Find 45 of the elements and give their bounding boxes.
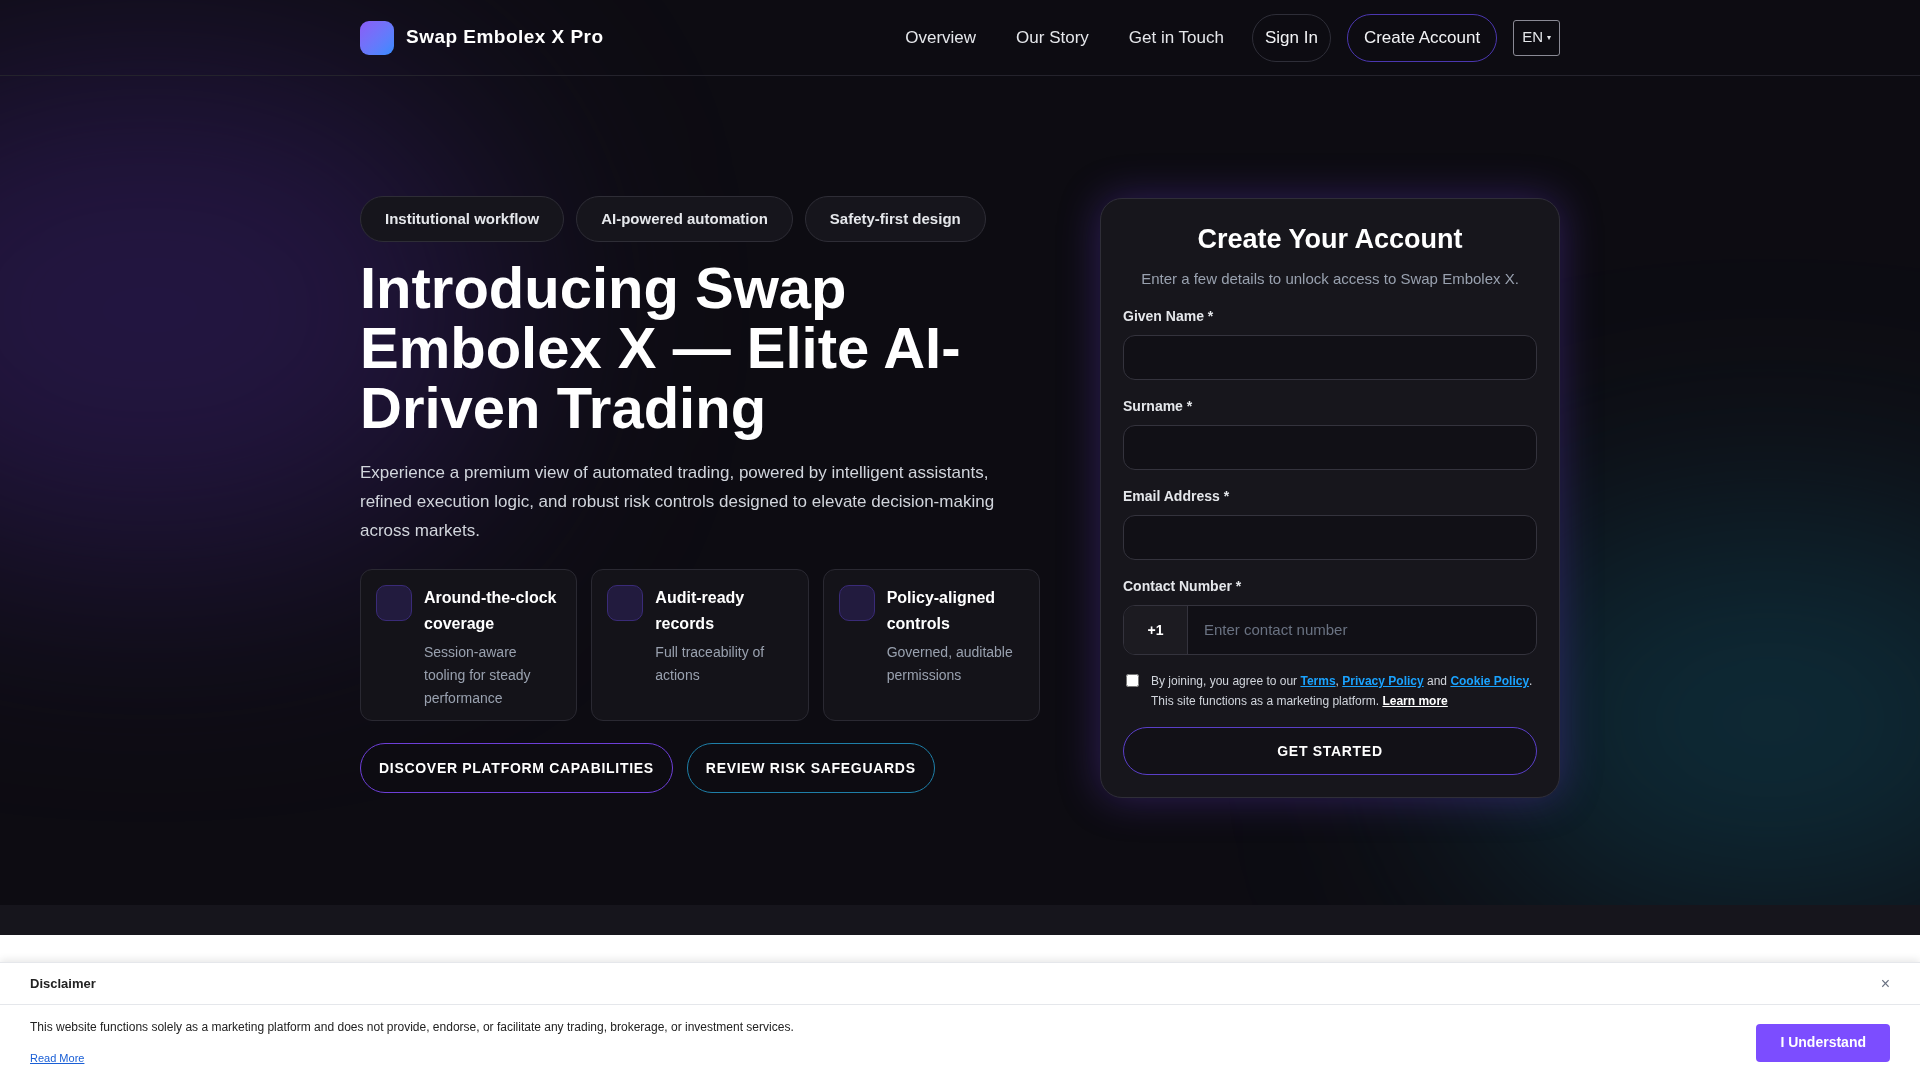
feature-title: Policy-aligned controls bbox=[886, 588, 997, 634]
field-label: Contact Number * bbox=[1123, 577, 1243, 596]
feature-chip: AI-powered automation bbox=[576, 196, 793, 242]
cta-button[interactable]: REVIEW RISK SAFEGUARDS bbox=[686, 743, 935, 793]
feature-text: Governed, auditable permissions bbox=[886, 643, 1014, 685]
feature-text: Full traceability of actions bbox=[655, 643, 766, 685]
consent-checkbox[interactable] bbox=[1126, 674, 1139, 687]
feature-chip: Safety-first design bbox=[804, 196, 986, 242]
feature-title: Audit-ready records bbox=[655, 588, 746, 634]
nav-link[interactable]: Overview bbox=[893, 24, 989, 51]
language-select[interactable]: EN ▾ bbox=[1513, 19, 1560, 56]
field-label: Surname * bbox=[1123, 397, 1194, 416]
terms-link[interactable]: Terms bbox=[1300, 674, 1336, 688]
consent-text: By joining, you agree to our Terms, Privacy Policy and Cookie Policy. This site functions as a marketing platform. Learn more bbox=[1151, 673, 1534, 710]
phone-field[interactable]: +1 Enter contact number bbox=[1123, 605, 1537, 655]
brand-name: Swap Embolex X Pro bbox=[406, 25, 604, 50]
disclaimer-title: Disclaimer bbox=[30, 974, 96, 993]
form-subtitle: Enter a few details to unlock access to Swap Embolex X. bbox=[1140, 268, 1520, 289]
cookie-link[interactable]: Cookie Policy bbox=[1450, 674, 1530, 688]
feature-title: Around-the-clock coverage bbox=[424, 588, 558, 634]
country-code[interactable]: +1 bbox=[1124, 606, 1188, 654]
cta-button[interactable]: DISCOVER PLATFORM CAPABILITIES bbox=[360, 743, 673, 793]
field-label: Email Address * bbox=[1123, 487, 1231, 506]
hero-description: Experience a premium view of automated trading, powered by intelligent assistants, refined execution logic, and robust risk controls designed to elevate decision-making across markets. bbox=[360, 462, 996, 542]
close-button[interactable]: × bbox=[1880, 971, 1890, 996]
logo-icon bbox=[360, 20, 394, 55]
disclaimer-text: This website functions solely as a marketing platform and does not provide, endorse, or facilitate any trading, brokerage, or investment services. bbox=[30, 1019, 794, 1037]
feature-icon bbox=[607, 585, 644, 621]
nav-link[interactable]: Get in Touch bbox=[1116, 24, 1236, 51]
learn-more-link[interactable]: Learn more bbox=[1382, 694, 1448, 708]
hero-heading: Introducing Swap Embolex X — Elite AI-Driven Trading bbox=[360, 258, 962, 438]
form-title: Create Your Account bbox=[1196, 223, 1464, 256]
field-label: Given Name * bbox=[1123, 307, 1215, 326]
understand-button[interactable]: I Understand bbox=[1756, 1023, 1890, 1062]
text-field[interactable] bbox=[1123, 425, 1537, 470]
feature-chip: Institutional workflow bbox=[360, 196, 565, 242]
privacy-link[interactable]: Privacy Policy bbox=[1342, 674, 1424, 688]
text-field[interactable] bbox=[1123, 515, 1537, 560]
read-more-link[interactable]: Read More bbox=[30, 1050, 85, 1067]
feature-icon bbox=[838, 585, 875, 621]
feature-icon bbox=[376, 585, 412, 621]
feature-text: Session-aware tooling for steady performance bbox=[424, 643, 532, 708]
nav-link[interactable]: Our Story bbox=[1004, 24, 1101, 51]
get-started-button[interactable]: GET STARTED bbox=[1123, 727, 1537, 775]
text-field[interactable] bbox=[1123, 335, 1537, 380]
